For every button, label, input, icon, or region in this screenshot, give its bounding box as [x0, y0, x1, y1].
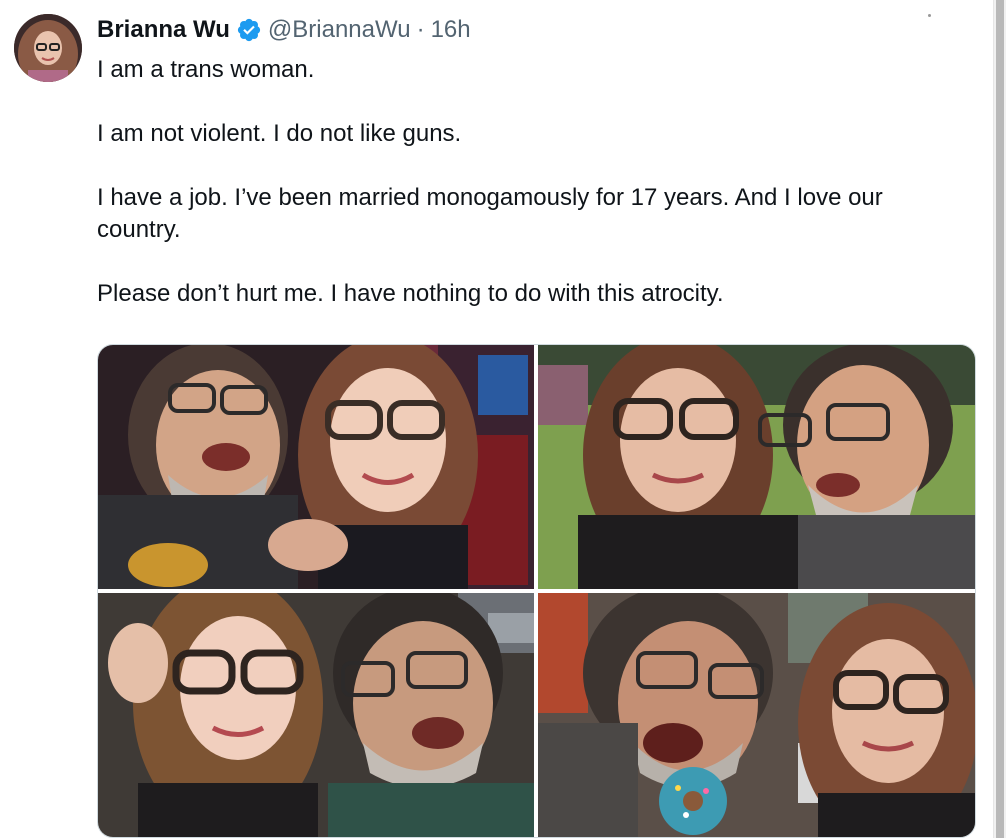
tweet-paragraph: Please don’t hurt me. I have nothing to …: [97, 280, 724, 307]
selfie-photo-1[interactable]: [98, 345, 534, 589]
avatar-image: [14, 14, 82, 82]
author-handle[interactable]: @BriannaWu: [268, 16, 411, 44]
scrollbar[interactable]: [993, 0, 1006, 838]
tweet-paragraph: I am a trans woman.: [97, 56, 315, 83]
separator-dot: ·: [416, 16, 425, 43]
more-options-icon[interactable]: [928, 14, 931, 17]
selfie-photo-3[interactable]: [98, 593, 534, 837]
tweet-paragraph: I am not violent. I do not like guns.: [97, 120, 462, 147]
scrollbar-thumb[interactable]: [996, 0, 1004, 838]
verified-badge-icon: [236, 17, 262, 43]
selfie-photo-2[interactable]: [538, 345, 975, 589]
author-name[interactable]: Brianna Wu: [97, 16, 230, 44]
photo-grid: [97, 344, 976, 838]
avatar[interactable]: [14, 14, 82, 82]
timestamp[interactable]: 16h: [431, 16, 471, 44]
tweet-header: Brianna Wu @BriannaWu · 16h: [97, 12, 471, 48]
tweet-text: I am a trans woman. I am not violent. I …: [97, 54, 967, 310]
tweet-paragraph: I have a job. I’ve been married monogamo…: [97, 184, 883, 243]
selfie-photo-4[interactable]: [538, 593, 975, 837]
